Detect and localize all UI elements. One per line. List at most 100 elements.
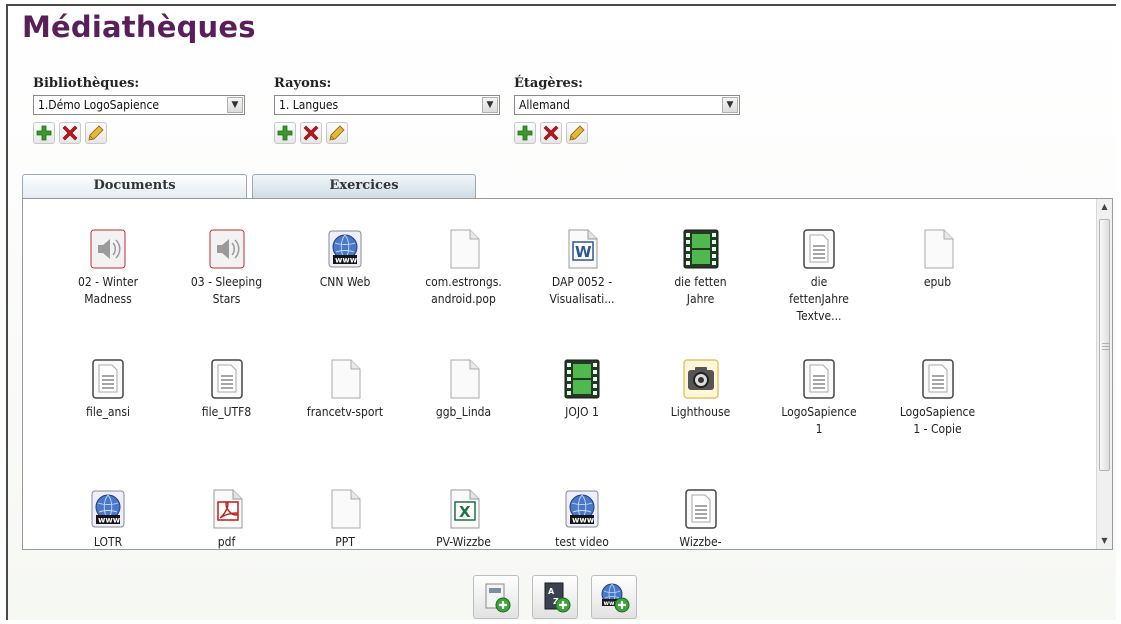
filter-label: Rayons: [274,76,332,91]
add-dictionary-button[interactable]: A Z [532,575,578,619]
file-label: 03 - Sleeping Stars [190,275,263,306]
file-grid: 02 - Winter Madness 03 - Sleeping Stars ww… [23,199,1097,549]
delete-rayon-button[interactable] [300,122,322,144]
tab-documents[interactable]: Documents [22,174,247,198]
delete-x-icon [303,125,319,141]
file-label: JOJO 1 [565,405,599,419]
file-label: francetv-sport [306,405,384,419]
file-label: pdf [217,535,236,549]
file-item[interactable]: Wizzbe- [642,489,760,549]
delete-etagere-button[interactable] [540,122,562,144]
file-item[interactable]: JOJO 1 [523,359,641,421]
plus-icon [36,125,52,141]
web-icon: www [327,229,363,269]
delete-x-icon [62,125,78,141]
delete-bibliotheque-button[interactable] [59,122,81,144]
file-icon [446,359,482,399]
filter-rayons: Rayons: 1. Langues ▼ [274,76,500,144]
file-item[interactable]: epub [879,229,997,291]
text-doc-icon [920,359,956,399]
audio-icon [209,229,245,269]
file-item[interactable]: die fetten Jahre [642,229,760,308]
file-item[interactable]: www LOTR [49,489,167,549]
scroll-down-icon[interactable]: ▼ [1097,533,1112,549]
file-item[interactable]: W DAP 0052 - Visualisati... [523,229,641,308]
filter-label: Bibliothèques: [33,76,140,91]
file-item[interactable]: PPT [286,489,404,549]
add-web-link-button[interactable]: www [591,575,637,619]
chevron-down-icon[interactable]: ▼ [482,97,498,113]
pencil-icon [88,125,104,141]
delete-x-icon [543,125,559,141]
text-doc-icon [801,229,837,269]
file-item[interactable]: file_ansi [49,359,167,421]
tab-exercices[interactable]: Exercices [252,174,476,198]
video-icon [564,359,600,399]
text-doc-icon [683,489,719,529]
file-item[interactable]: ggb_Linda [405,359,523,421]
file-item[interactable]: 03 - Sleeping Stars [168,229,286,308]
file-label: DAP 0052 - Visualisati... [549,275,615,306]
svg-text:X: X [459,503,471,521]
file-icon [446,229,482,269]
file-item[interactable]: die fettenJahre Textve... [760,229,878,325]
file-item[interactable]: www CNN Web [286,229,404,291]
etageres-select[interactable]: Allemand ▼ [514,95,740,115]
add-bibliotheque-button[interactable] [33,122,55,144]
bibliotheques-select[interactable]: 1.Démo LogoSapience ▼ [33,95,245,115]
add-document-button[interactable] [473,575,519,619]
file-item[interactable]: LogoSapience 1 [760,359,878,438]
file-item[interactable]: Lighthouse [642,359,760,421]
text-doc-icon [90,359,126,399]
filter-label: Étagères: [514,76,583,91]
edit-etagere-button[interactable] [566,122,588,144]
file-item[interactable]: francetv-sport [286,359,404,421]
file-label: file_UTF8 [201,405,252,419]
filter-etageres: Étagères: Allemand ▼ [514,76,740,144]
file-label: PV-Wizzbe [436,535,491,549]
pencil-icon [569,125,585,141]
file-item[interactable]: pdf [168,489,286,549]
camera-icon [682,359,719,399]
file-label: file_ansi [86,405,130,419]
excel-icon: X [446,489,482,529]
scroll-up-icon[interactable]: ▲ [1097,199,1112,215]
chevron-down-icon[interactable]: ▼ [722,97,738,113]
bottom-toolbar: A Z www [473,575,637,619]
file-item[interactable]: www test video [523,489,641,549]
file-icon [920,229,956,269]
edit-bibliotheque-button[interactable] [85,122,107,144]
file-label: Lighthouse [670,405,731,419]
add-etagere-button[interactable] [514,122,536,144]
file-item[interactable]: LogoSapience 1 - Copie [879,359,997,438]
grip-icon: ― ― ― [1102,339,1109,353]
file-item[interactable]: file_UTF8 [168,359,286,421]
file-item[interactable]: X PV-Wizzbe [405,489,523,549]
select-value: 1.Démo LogoSapience [38,98,160,112]
vertical-scrollbar[interactable]: ▲ ― ― ― ▼ [1096,199,1112,549]
file-item[interactable]: 02 - Winter Madness [49,229,167,308]
file-label: epub [923,275,952,289]
chevron-down-icon[interactable]: ▼ [227,97,243,113]
file-label: LogoSapience 1 - Copie [899,405,976,436]
add-rayon-button[interactable] [274,122,296,144]
file-label: com.estrongs. android.pop [425,275,502,306]
add-web-link-icon: www [601,583,630,613]
file-icon [327,359,363,399]
scrollbar-thumb[interactable]: ― ― ― [1099,219,1110,471]
pdf-icon [209,489,245,529]
svg-text:W: W [575,243,592,261]
edit-rayon-button[interactable] [326,122,348,144]
video-icon [683,229,719,269]
text-doc-icon [209,359,245,399]
file-label: die fetten Jahre [674,275,727,306]
rayons-select[interactable]: 1. Langues ▼ [274,95,500,115]
svg-text:www: www [572,516,595,525]
word-icon: W [564,229,600,269]
web-icon: www [90,489,126,529]
svg-text:A: A [548,587,555,596]
pencil-icon [329,125,345,141]
file-label: ggb_Linda [435,405,492,419]
page-title: Médiathèques [22,10,256,44]
file-item[interactable]: com.estrongs. android.pop [405,229,523,308]
